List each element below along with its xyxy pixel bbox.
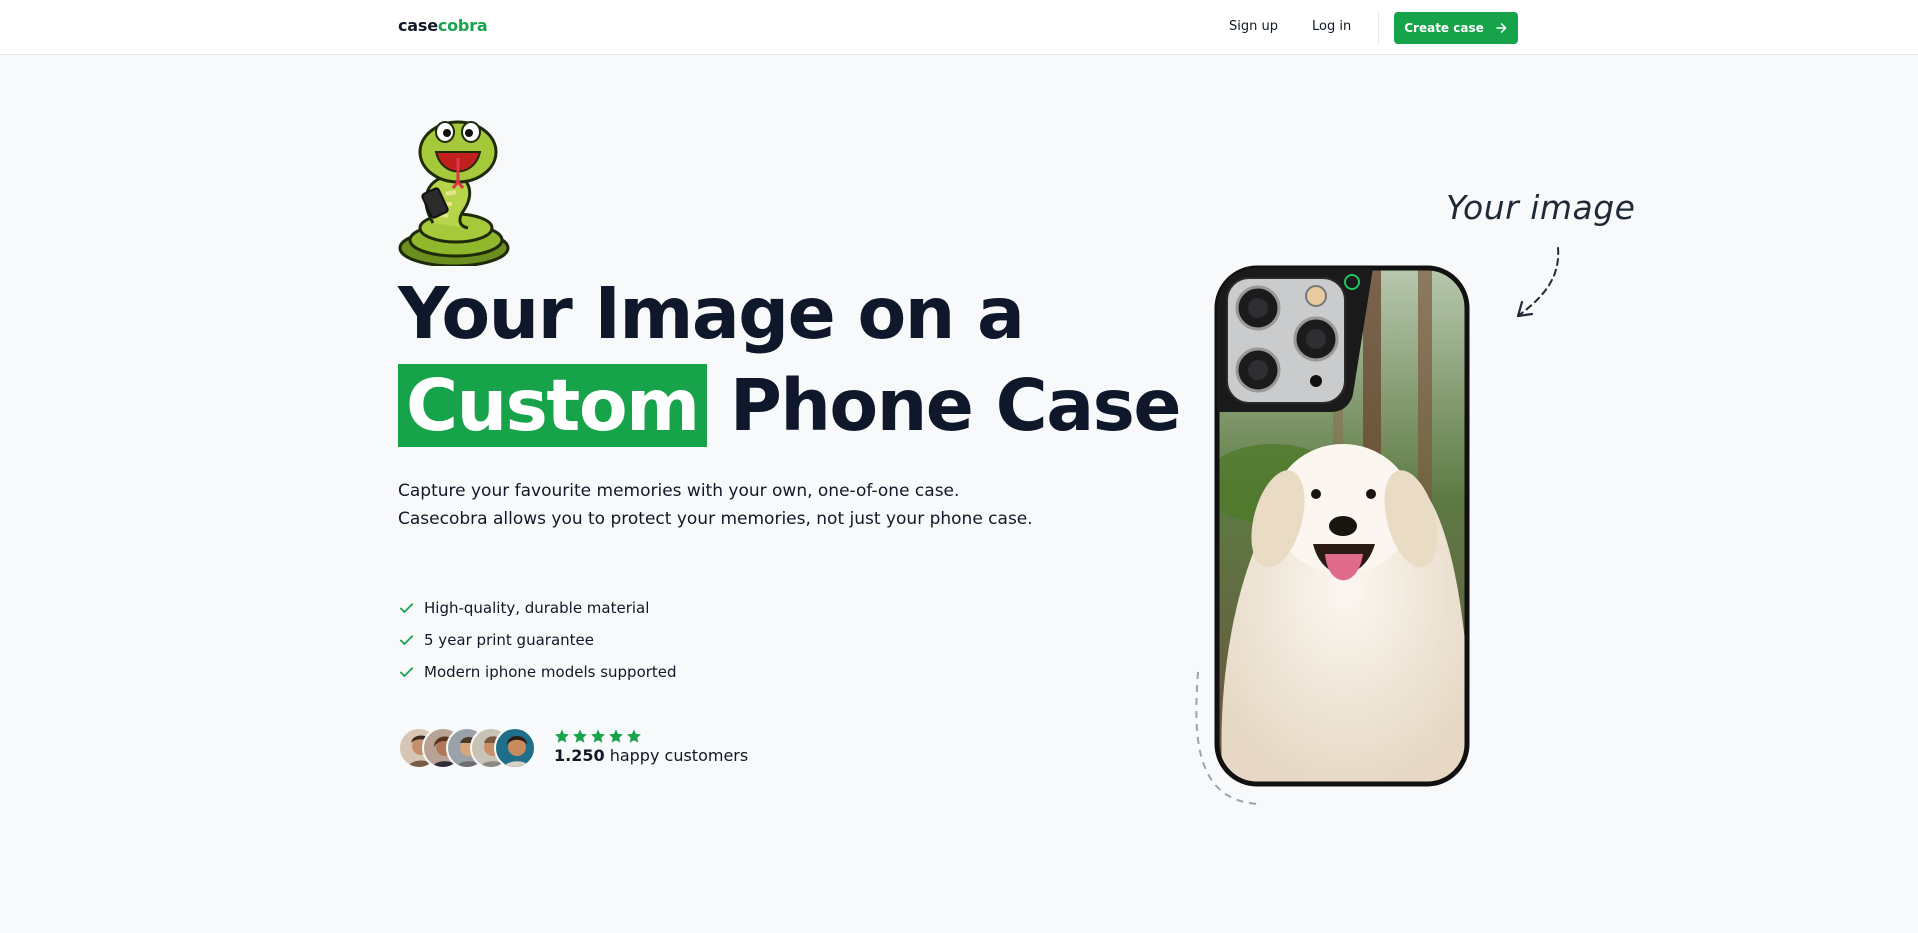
snake-mascot-image	[398, 120, 510, 266]
check-icon	[399, 634, 414, 645]
customers-text: 1.250 happy customers	[554, 746, 748, 765]
check-icon	[399, 666, 414, 677]
headline-line-1: Your Image on a	[398, 272, 1025, 355]
feature-label: High-quality, durable material	[424, 599, 650, 617]
arrow-right-icon	[1495, 23, 1507, 33]
nav-divider	[1378, 12, 1379, 44]
feature-item: 5 year print guarantee	[398, 624, 677, 656]
customers-label: happy customers	[609, 746, 749, 765]
customer-avatars	[398, 727, 538, 769]
star-icon	[573, 729, 587, 743]
hero-headline: Your Image on a Custom Phone Case	[398, 268, 1182, 452]
your-image-annotation: Your image	[1446, 188, 1636, 227]
navbar: casecobra Sign up Log in Create case	[0, 0, 1918, 55]
feature-list: High-quality, durable material 5 year pr…	[398, 592, 677, 688]
customers-count: 1.250	[554, 746, 605, 765]
check-icon	[399, 602, 414, 613]
avatar	[494, 727, 536, 769]
star-icon	[627, 729, 641, 743]
star-icon	[591, 729, 605, 743]
login-link[interactable]: Log in	[1312, 19, 1351, 34]
headline-highlight: Custom	[398, 364, 707, 447]
phone-case-preview	[1214, 265, 1470, 787]
create-case-button[interactable]: Create case	[1394, 12, 1518, 44]
hero-description: Capture your favourite memories with you…	[398, 481, 1033, 529]
logo-suffix: cobra	[437, 16, 488, 35]
signup-link[interactable]: Sign up	[1229, 19, 1278, 34]
star-icon	[555, 729, 569, 743]
feature-item: High-quality, durable material	[398, 592, 677, 624]
rating-stars	[554, 728, 642, 744]
headline-line-2: Custom Phone Case	[398, 360, 1182, 452]
logo-prefix: case	[398, 16, 438, 35]
feature-item: Modern iphone models supported	[398, 656, 677, 688]
headline-line-2-rest: Phone Case	[729, 364, 1182, 447]
logo[interactable]: casecobra	[398, 16, 488, 35]
curved-arrow-icon	[1516, 247, 1560, 318]
feature-label: 5 year print guarantee	[424, 631, 594, 649]
feature-label: Modern iphone models supported	[424, 663, 677, 681]
star-icon	[609, 729, 623, 743]
create-case-label: Create case	[1404, 21, 1484, 35]
